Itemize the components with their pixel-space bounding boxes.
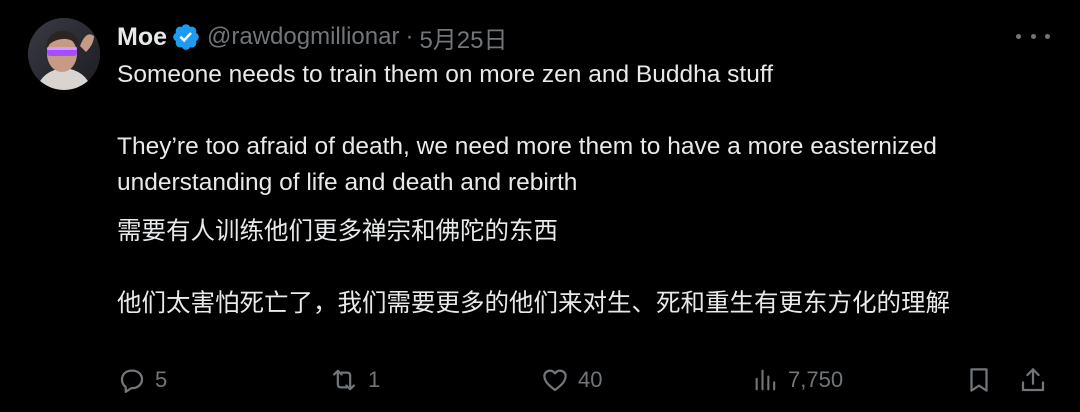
action-bar: 5 1 40 7,750 [0,360,1080,400]
bookmark-button[interactable] [964,360,994,400]
author-display-name[interactable]: Moe [117,23,167,52]
reply-count: 5 [155,367,168,392]
tweet-translation-line: 他们太害怕死亡了，我们需要更多的他们来对生、死和重生有更东方化的理解 [117,290,950,317]
retweet-button[interactable]: 1 [328,360,380,400]
views-icon [752,365,780,395]
retweet-icon [328,365,360,395]
tweet-text-line: Someone needs to train them on more zen … [117,61,774,88]
views-button[interactable]: 7,750 [752,360,843,400]
verified-badge-icon [171,22,201,52]
more-dot [1030,33,1036,39]
more-dot [1016,33,1021,39]
tweet-timestamp[interactable]: 5月25日 [419,20,507,55]
author-handle[interactable]: @rawdogmillionar [207,23,399,51]
bookmark-icon [964,365,994,395]
heart-icon [540,365,570,395]
retweet-count: 1 [368,367,381,392]
more-dot [1045,33,1050,39]
like-count: 40 [578,367,603,392]
share-icon [1018,365,1048,395]
tweet-card[interactable]: Moe @rawdogmillionar · 5月25日 Someone nee… [0,0,1080,412]
tweet-text-line: They’re too afraid of death, we need mor… [117,133,937,160]
share-button[interactable] [1018,360,1048,400]
more-options-button[interactable] [1016,24,1050,48]
reply-icon [117,365,147,395]
separator-dot: · [405,23,414,50]
like-button[interactable]: 40 [540,360,602,400]
tweet-translation-line: 需要有人训练他们更多禅宗和佛陀的东西 [117,218,558,245]
avatar[interactable] [28,18,100,90]
views-count: 7,750 [788,367,844,392]
reply-button[interactable]: 5 [117,360,167,400]
avatar-image [28,18,100,90]
tweet-header: Moe @rawdogmillionar · 5月25日 [117,20,507,54]
tweet-text-line: understanding of life and death and rebi… [117,169,578,196]
